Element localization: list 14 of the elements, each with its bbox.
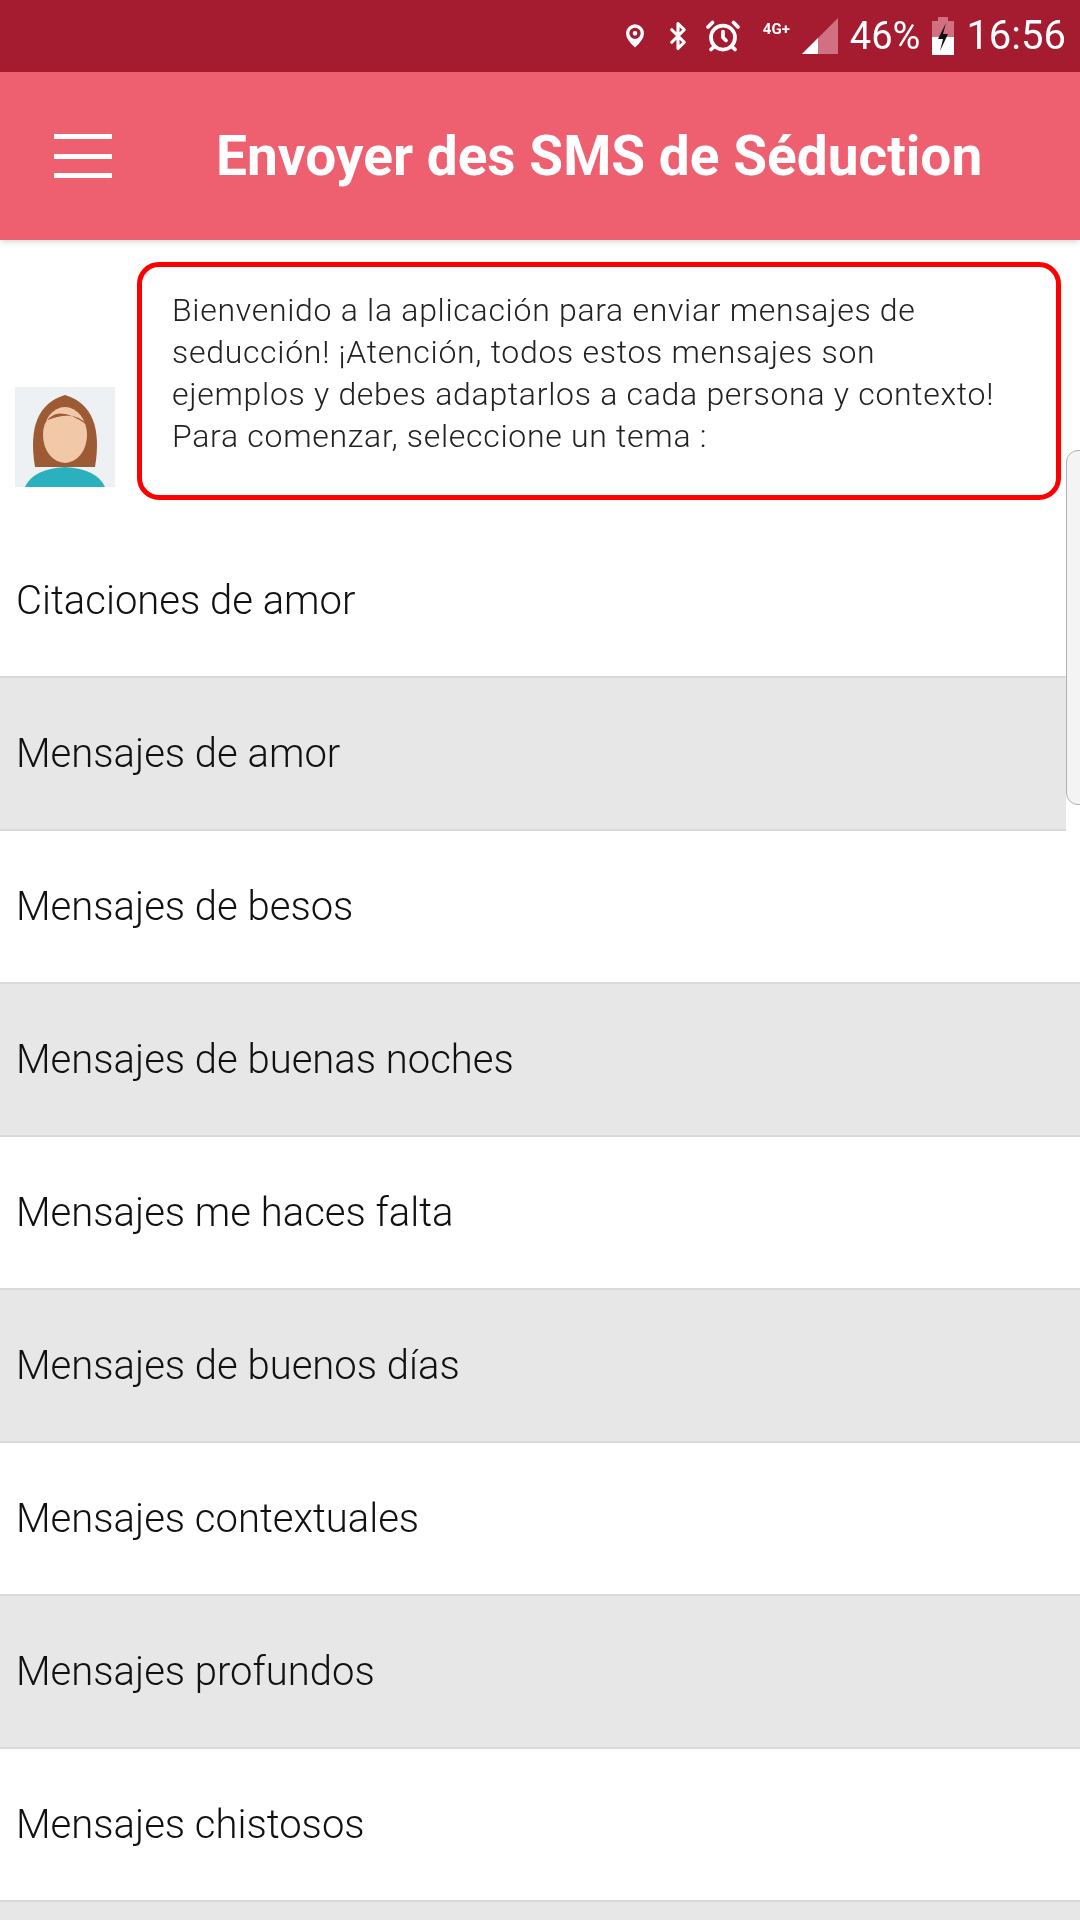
battery-percent: 46% <box>849 17 921 55</box>
app-title: Envoyer des SMS de Séduction <box>216 122 983 190</box>
alarm-icon <box>704 18 741 54</box>
topic-item[interactable]: Mensajes de buenos días <box>0 1290 1080 1443</box>
avatar-icon <box>15 387 115 487</box>
menu-button[interactable] <box>54 134 112 178</box>
signal-icon <box>801 18 838 54</box>
clock: 16:56 <box>966 16 1066 56</box>
welcome-message: Bienvenido a la aplicación para enviar mensajes de seducción! ¡Atención, todos estos mensajes son ejemplos y debes adaptarlos a cada persona y contexto! Para comenzar, seleccione un tema : <box>172 290 996 457</box>
battery-icon <box>932 17 955 55</box>
topic-item[interactable]: Mensajes de buenas noches <box>0 984 1080 1137</box>
topic-item[interactable]: Mensajes de amor <box>0 678 1066 831</box>
topic-item[interactable]: Mensajes profundos <box>0 1596 1080 1749</box>
network-label: 4G+ <box>762 21 790 37</box>
